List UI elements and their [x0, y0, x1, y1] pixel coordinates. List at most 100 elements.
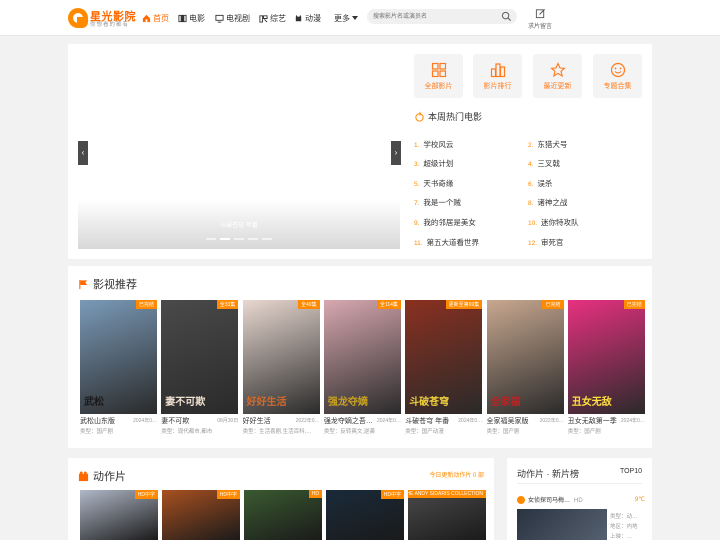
movie-card[interactable]: 已完结 武松 武松山东版 2024年0… 类型：国产剧 — [80, 300, 157, 435]
movie-card[interactable]: 全114集 强龙夺嫡 强龙夺嫡之吾… 2024年0… 类型：反转爽文,逆袭 — [323, 300, 401, 435]
status-badge: HD中字 — [134, 490, 158, 499]
nav-item-variety[interactable]: 综艺 — [259, 12, 286, 24]
nav-item-home[interactable]: 首页 — [142, 12, 169, 24]
slider-dot[interactable] — [262, 238, 272, 240]
hot-list-item[interactable]: 8. 诸神之战 — [528, 197, 567, 208]
nav-item-anime[interactable]: 动漫 — [294, 12, 321, 24]
movie-name: 天书奇缘 — [423, 179, 454, 188]
ranking-meta: 地区：内地 — [610, 524, 638, 530]
slider-prev-button[interactable]: ‹ — [78, 141, 88, 165]
status-badge: HD — [308, 490, 322, 498]
movie-card[interactable]: 更新至第69集 斗破苍穹 斗破苍穹 年番 2024年0… 类型：国产动漫 — [405, 300, 483, 435]
movie-card[interactable]: 全33集 妻不可欺 妻不可欺 08月30日 类型：现代都市,都市 — [161, 300, 239, 435]
hot-list-item[interactable]: 9. 我的邻居是美女 — [414, 217, 476, 228]
nav-item-tv[interactable]: 电视剧 — [215, 12, 250, 24]
movie-card[interactable]: HD中字 — [80, 490, 158, 540]
hot-list-title: 本周热门电影 — [414, 110, 482, 123]
poster-text: 妻不可欺 — [165, 397, 206, 408]
ranking-thumbnail[interactable] — [517, 509, 607, 540]
banner-caption: 斗破苍穹 年番 — [220, 223, 258, 229]
movie-name: 我是一个贼 — [423, 198, 461, 207]
rank-number: 8. — [528, 200, 534, 207]
hot-list-item[interactable]: 12. 审死官 — [528, 237, 564, 248]
search-input[interactable] — [373, 11, 493, 22]
banner-slider[interactable]: 斗破苍穹 年番 — [78, 54, 400, 249]
rank-number: 4. — [528, 161, 534, 168]
hot-list-item[interactable]: 10. 迷你特攻队 — [528, 217, 579, 228]
logo-icon — [68, 8, 88, 28]
movie-year: 2024年0… — [618, 417, 645, 424]
slider-dots — [206, 238, 276, 241]
quick-link-topics[interactable]: 专题合集 — [593, 54, 642, 98]
movie-card[interactable]: 已完结 全家福 全家福吴家版 2022年0… 类型：国产剧 — [486, 300, 564, 435]
movie-name: 东猎犬号 — [537, 140, 568, 149]
movie-title-text: 丑女无敌第一季 — [567, 418, 617, 425]
hot-list-item[interactable]: 1. 学校风云 — [414, 139, 453, 150]
hot-list-item[interactable]: 5. 天书奇缘 — [414, 178, 453, 189]
nav-item-more[interactable]: 更多 — [334, 12, 358, 24]
quick-link-all[interactable]: 全部影片 — [414, 54, 463, 98]
rank-number: 5. — [414, 181, 420, 188]
hot-list-item[interactable]: 6. 误杀 — [528, 178, 552, 189]
chevron-left-icon: ‹ — [81, 148, 85, 157]
search-icon[interactable] — [501, 11, 512, 22]
hot-list-item[interactable]: 2. 东猎犬号 — [528, 139, 567, 150]
rank-number: 12. — [528, 240, 538, 247]
movie-card[interactable]: 已完结 丑女无敌 丑女无敌第一季 2024年0… 类型：国产剧 — [567, 300, 645, 435]
quick-link-latest[interactable]: 最近更新 — [533, 54, 582, 98]
hot-list-item[interactable]: 4. 三叉戟 — [528, 158, 560, 169]
movie-poster: 全114集强龙夺嫡 — [323, 300, 401, 414]
ranking-meta: 上映：… — [610, 534, 633, 540]
action-update-link[interactable]: 今日更新动作片 0 部 — [429, 470, 484, 479]
ranking-item[interactable]: 女侦探司马梅… HD 9℃ — [517, 495, 645, 507]
movie-card[interactable]: HD中字 — [326, 490, 404, 540]
status-badge: THE ANDY SIDARIS COLLECTION — [408, 490, 486, 498]
movie-type: 类型：现代都市,都市 — [161, 429, 213, 435]
hot-list-item[interactable]: 11. 第五大道看世界 — [414, 237, 479, 248]
movie-name: 超级计划 — [423, 159, 454, 168]
quick-link-rank[interactable]: 影片排行 — [473, 54, 522, 98]
movie-card[interactable]: 全40集 好好生活 好好生活 2022年0… 类型：生活喜剧,生活百科,… — [242, 300, 320, 435]
movie-name: 我的邻居是美女 — [423, 218, 476, 227]
status-badge: 已完结 — [623, 300, 645, 309]
slider-dot[interactable] — [206, 238, 216, 240]
hot-list-item[interactable]: 3. 超级计划 — [414, 158, 453, 169]
ranking-title: 动作片 · 新片榜 — [517, 469, 579, 479]
nav-item-movie[interactable]: 电影 — [178, 12, 205, 24]
poster-text: 丑女无敌 — [571, 397, 612, 408]
rank-number: 3. — [414, 161, 420, 168]
movie-title-text: 武松山东版 — [80, 418, 115, 425]
fire-icon — [415, 111, 424, 122]
rank-number: 9. — [414, 220, 420, 227]
movie-card[interactable]: HD — [244, 490, 322, 540]
slider-dot[interactable] — [234, 238, 244, 240]
movie-year: 2024年0… — [131, 417, 157, 424]
movie-card[interactable]: THE ANDY SIDARIS COLLECTION — [408, 490, 486, 540]
rank-dot — [517, 496, 525, 505]
star-icon — [549, 62, 566, 78]
slider-dot[interactable] — [248, 238, 258, 240]
movie-title-text: 妻不可欺 — [161, 418, 190, 425]
movie-name: 审死官 — [541, 238, 564, 247]
flag-icon — [79, 279, 88, 289]
movie-type: 类型：反转爽文,逆袭 — [323, 429, 375, 435]
edit-icon — [535, 9, 545, 19]
quick-link-label: 影片排行 — [483, 83, 512, 90]
film-reel-icon — [78, 470, 89, 481]
movie-name: 诸神之战 — [537, 198, 568, 207]
message-button[interactable]: 求片留言 — [526, 8, 554, 30]
recommend-title: 影视推荐 — [78, 276, 137, 292]
slider-next-button[interactable]: › — [391, 141, 401, 165]
hot-list-item[interactable]: 7. 我是一个贼 — [414, 197, 461, 208]
poster-text: 强龙夺嫡 — [327, 397, 368, 408]
slider-dot[interactable] — [220, 238, 230, 240]
ranking-meta: 类型：动… — [610, 514, 638, 520]
movie-name: 迷你特攻队 — [541, 218, 579, 227]
search-box — [367, 9, 517, 24]
movie-card[interactable]: HD中字 — [162, 490, 240, 540]
movie-type: 类型：生活喜剧,生活百科,… — [242, 429, 312, 435]
status-badge: HD中字 — [216, 490, 240, 499]
status-badge: 全114集 — [376, 300, 401, 309]
movie-poster: 全40集 好好生活 — [242, 300, 320, 414]
action-title: 动作片 — [78, 468, 126, 484]
